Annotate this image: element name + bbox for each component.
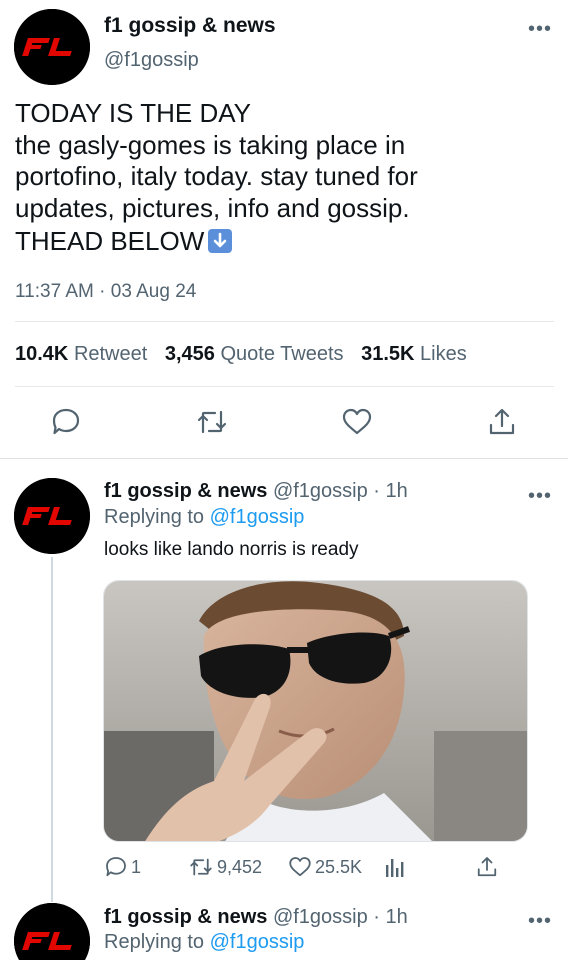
replying-to: Replying to @f1gossip (104, 506, 304, 529)
f1-logo-icon (14, 9, 90, 85)
likes-label: Likes (420, 343, 467, 365)
tweet-text-line: THEAD BELOW (15, 226, 205, 256)
replying-to: Replying to @f1gossip (104, 931, 304, 954)
divider (0, 458, 568, 459)
reply-button[interactable]: 1 (104, 853, 141, 881)
retweets-count: 10.4K (15, 343, 69, 365)
more-options-icon[interactable]: ••• (528, 911, 552, 931)
quotes-stat[interactable]: 3,456 Quote Tweets (165, 343, 344, 365)
tweet-text-line-last: THEAD BELOW (15, 226, 555, 258)
like-button[interactable]: 25.5K (288, 853, 362, 881)
analytics-icon (386, 859, 404, 877)
like-icon (342, 408, 372, 435)
likes-count: 31.5K (361, 343, 415, 365)
author-name[interactable]: f1 gossip & news (104, 480, 267, 502)
likes-stat[interactable]: 31.5K Likes (361, 343, 467, 365)
retweets-label: Retweet (73, 343, 148, 365)
reply-count: 1 (131, 856, 142, 877)
f1-logo-icon (14, 478, 90, 554)
reply-icon (106, 857, 126, 877)
reply-button[interactable] (50, 406, 82, 438)
author-name[interactable]: f1 gossip & news (104, 14, 276, 38)
analytics-button[interactable] (384, 853, 409, 881)
tweet-text-line: portofino, italy today. stay tuned for (15, 161, 418, 191)
share-icon (489, 408, 515, 435)
share-button[interactable] (486, 406, 518, 438)
like-count: 25.5K (315, 856, 363, 877)
retweet-icon (197, 410, 227, 434)
reply-header[interactable]: f1 gossip & news @f1gossip · 1h (104, 906, 408, 929)
like-icon (289, 857, 311, 877)
tweet-stats: 10.4K Retweet 3,456 Quote Tweets 31.5K L… (15, 343, 479, 366)
f1-logo-icon (14, 903, 90, 960)
reply-text: looks like lando norris is ready (104, 539, 359, 560)
retweet-count: 9,452 (217, 856, 263, 877)
tweet-timestamp[interactable]: 11:37 AM · 03 Aug 24 (15, 281, 196, 303)
quotes-count: 3,456 (164, 343, 215, 365)
tweet-text: TODAY IS THE DAY the gasly-gomes is taki… (15, 98, 555, 258)
more-options-icon[interactable]: ••• (528, 19, 552, 39)
like-button[interactable] (341, 406, 373, 438)
handle-time: @f1gossip · 1h (272, 480, 408, 502)
avatar[interactable] (14, 9, 90, 85)
retweets-stat[interactable]: 10.4K Retweet (15, 343, 147, 365)
divider (15, 321, 554, 322)
avatar[interactable] (14, 478, 90, 554)
handle-time: @f1gossip · 1h (272, 906, 408, 928)
thread-line (51, 557, 53, 902)
down-arrow-emoji-icon (208, 229, 233, 253)
retweet-button[interactable] (196, 406, 228, 438)
retweet-button[interactable]: 9,452 (188, 853, 262, 881)
replying-prefix: Replying to (104, 506, 205, 528)
avatar[interactable] (14, 903, 90, 960)
tweet-text-line: updates, pictures, info and gossip. (15, 192, 410, 223)
reply-icon (52, 408, 80, 435)
tweet-text-line: the gasly-gomes is taking place in (15, 129, 406, 160)
share-button[interactable] (475, 853, 502, 881)
quotes-label: Quote Tweets (220, 343, 344, 365)
share-icon (477, 857, 497, 877)
reply-header[interactable]: f1 gossip & news @f1gossip · 1h (104, 480, 408, 503)
more-options-icon[interactable]: ••• (528, 486, 552, 506)
retweet-icon (190, 858, 212, 876)
author-name[interactable]: f1 gossip & news (104, 906, 267, 928)
author-handle[interactable]: @f1gossip (104, 49, 199, 72)
photo-image (104, 581, 527, 841)
divider (15, 386, 554, 387)
selfie-photo[interactable] (103, 580, 528, 842)
replying-to-link[interactable]: @f1gossip (210, 931, 305, 953)
replying-prefix: Replying to (104, 931, 205, 953)
replying-to-link[interactable]: @f1gossip (210, 506, 305, 528)
tweet-text-line: TODAY IS THE DAY (15, 98, 251, 128)
